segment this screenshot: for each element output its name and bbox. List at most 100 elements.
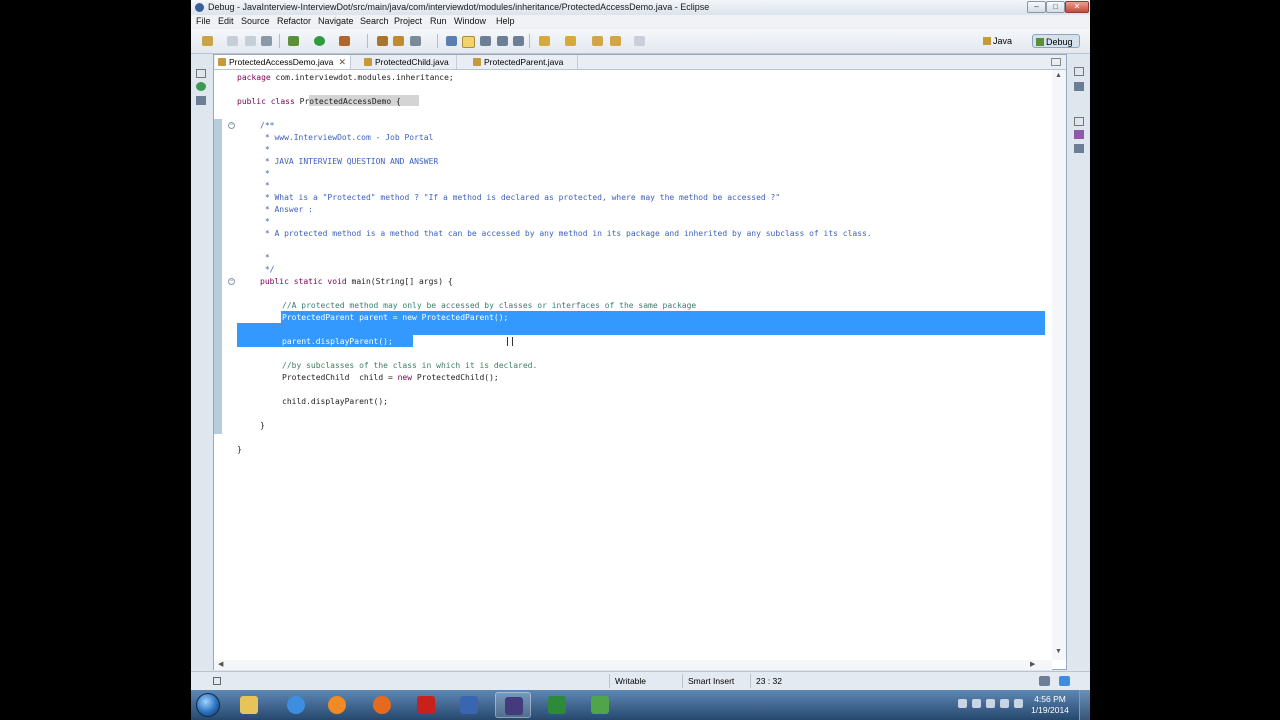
vertical-scrollbar[interactable]: ▲ ▼	[1052, 70, 1066, 660]
close-tab-icon[interactable]: ✕	[338, 55, 346, 69]
folder-icon	[240, 696, 258, 714]
taskbar-media-player[interactable]	[319, 692, 355, 718]
debug-perspective-button[interactable]: Debug	[1032, 34, 1080, 48]
breakpoints-view-icon[interactable]	[196, 96, 206, 105]
network-icon[interactable]	[972, 699, 981, 708]
fast-view-icon[interactable]	[213, 677, 221, 685]
print-icon[interactable]	[261, 36, 272, 46]
forward-icon[interactable]	[634, 36, 645, 46]
action-center-icon[interactable]	[986, 699, 995, 708]
maximize-button[interactable]: □	[1046, 1, 1065, 13]
menu-source[interactable]: Source	[241, 16, 270, 26]
volume-icon[interactable]	[1014, 699, 1023, 708]
new-class-icon[interactable]	[410, 36, 421, 46]
code-text-area[interactable]: − − package com.interviewdot.modules.inh…	[214, 70, 1066, 660]
run-icon[interactable]	[314, 36, 325, 46]
clock[interactable]: 4:56 PM 1/19/2014	[1027, 694, 1073, 716]
maximize-editor-icon[interactable]	[1051, 58, 1061, 66]
notification-icon[interactable]	[1059, 676, 1070, 686]
restore-icon[interactable]	[196, 69, 206, 78]
save-icon[interactable]	[227, 36, 238, 46]
new-package-icon[interactable]	[393, 36, 404, 46]
menu-help[interactable]: Help	[496, 16, 515, 26]
menu-run[interactable]: Run	[430, 16, 447, 26]
block-selection-icon[interactable]	[497, 36, 508, 46]
java-editor: ProtectedAccessDemo.java ✕ ProtectedChil…	[213, 54, 1067, 670]
menu-project[interactable]: Project	[394, 16, 422, 26]
external-tools-icon[interactable]	[339, 36, 350, 46]
last-edit-location-icon[interactable]	[592, 36, 603, 46]
java-perspective-button[interactable]: Java	[980, 34, 1026, 48]
taskbar-task-app[interactable]	[582, 692, 618, 718]
menu-navigate[interactable]: Navigate	[318, 16, 354, 26]
code-text: ProtectedChild child =	[282, 373, 398, 382]
show-whitespace-icon[interactable]	[480, 36, 491, 46]
editor-tabs: ProtectedAccessDemo.java ✕ ProtectedChil…	[214, 55, 1066, 70]
java-file-icon	[473, 58, 481, 66]
menu-file[interactable]: File	[196, 16, 211, 26]
floppy-disk-icon	[460, 696, 478, 714]
debug-icon[interactable]	[288, 36, 299, 46]
show-hidden-icons-icon[interactable]	[958, 699, 967, 708]
taskbar-save-disk[interactable]	[451, 692, 487, 718]
text-selection	[237, 323, 1045, 335]
debug-view-icon[interactable]	[196, 82, 206, 91]
status-insert-mode: Smart Insert	[682, 674, 752, 688]
back-icon[interactable]	[610, 36, 621, 46]
menu-bar: File Edit Source Refactor Navigate Searc…	[191, 15, 1090, 29]
scroll-left-icon[interactable]: ◀	[218, 660, 223, 668]
toolbar-separator	[529, 34, 530, 48]
show-source-icon[interactable]	[513, 36, 524, 46]
previous-annotation-icon[interactable]	[565, 36, 576, 46]
new-java-project-icon[interactable]	[377, 36, 388, 46]
code-line: package com.interviewdot.modules.inherit…	[237, 72, 454, 84]
variables-view-icon[interactable]	[1074, 82, 1084, 91]
menu-search[interactable]: Search	[360, 16, 389, 26]
keyword: public class	[237, 97, 295, 106]
media-player-icon	[328, 696, 346, 714]
code-text: ProtectedChild();	[412, 373, 499, 382]
outline-view-icon[interactable]	[1074, 130, 1084, 139]
javadoc-line: * Answer :	[260, 205, 313, 214]
open-type-icon[interactable]	[446, 36, 457, 46]
javadoc-line: * www.InterviewDot.com - Job Portal	[260, 133, 434, 142]
minimize-button[interactable]: –	[1027, 1, 1046, 13]
left-trim-stack	[191, 54, 213, 671]
new-icon[interactable]	[202, 36, 213, 46]
restore-icon[interactable]	[1074, 67, 1084, 76]
taskbar-eclipse[interactable]	[495, 692, 531, 718]
scroll-down-icon[interactable]: ▼	[1055, 648, 1062, 655]
scroll-up-icon[interactable]: ▲	[1055, 72, 1062, 79]
power-icon[interactable]	[1000, 699, 1009, 708]
fold-collapse-icon[interactable]: −	[228, 278, 235, 285]
scroll-right-icon[interactable]: ▶	[1030, 660, 1035, 668]
javadoc-line: *	[260, 145, 270, 154]
terminal-icon	[548, 696, 566, 714]
horizontal-scrollbar[interactable]: ◀ ▶	[214, 660, 1052, 670]
main-toolbar: Java Debug	[191, 29, 1090, 54]
taskbar-acrobat[interactable]	[408, 692, 444, 718]
status-bar: Writable Smart Insert 23 : 32	[191, 671, 1090, 691]
console-view-icon[interactable]	[1074, 144, 1084, 153]
start-button[interactable]	[196, 693, 220, 717]
taskbar-explorer[interactable]	[231, 692, 267, 718]
toggle-mark-occurrences-icon[interactable]	[462, 36, 475, 48]
tab-protected-parent[interactable]: ProtectedParent.java	[470, 55, 578, 69]
close-button[interactable]: ✕	[1065, 1, 1089, 13]
eclipse-window: Debug - JavaInterview-InterviewDot/src/m…	[191, 0, 1090, 720]
menu-window[interactable]: Window	[454, 16, 486, 26]
save-all-icon[interactable]	[245, 36, 256, 46]
tab-protected-access-demo[interactable]: ProtectedAccessDemo.java ✕	[215, 55, 351, 69]
taskbar-internet-explorer[interactable]	[278, 692, 314, 718]
restore-icon[interactable]	[1074, 117, 1084, 126]
code-line: ProtectedChild child = new ProtectedChil…	[282, 372, 499, 384]
progress-icon[interactable]	[1039, 676, 1050, 686]
show-desktop-button[interactable]	[1079, 690, 1090, 720]
menu-refactor[interactable]: Refactor	[277, 16, 311, 26]
menu-edit[interactable]: Edit	[218, 16, 234, 26]
fold-collapse-icon[interactable]: −	[228, 122, 235, 129]
next-annotation-icon[interactable]	[539, 36, 550, 46]
taskbar-firefox[interactable]	[364, 692, 400, 718]
tab-protected-child[interactable]: ProtectedChild.java	[361, 55, 457, 69]
taskbar-terminal[interactable]	[539, 692, 575, 718]
